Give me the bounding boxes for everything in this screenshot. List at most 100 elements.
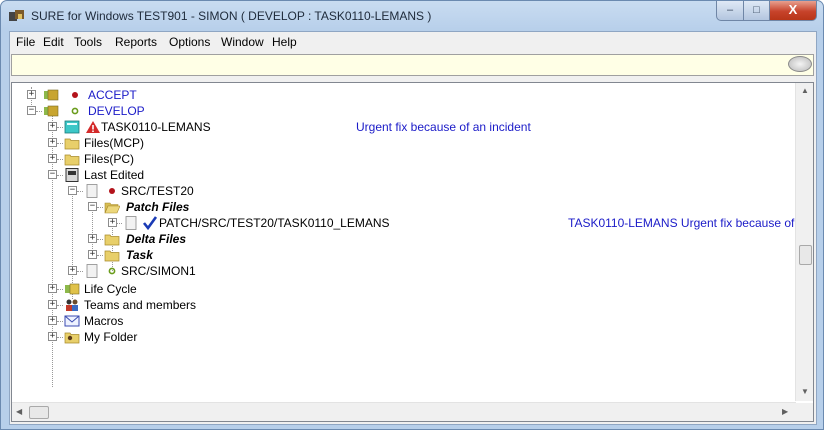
tree-node-task-folder[interactable]: + Task <box>12 247 312 263</box>
menu-edit[interactable]: Edit <box>43 35 64 49</box>
status-red-dot-icon <box>72 92 78 98</box>
tree-node-label: My Folder <box>84 330 138 344</box>
menu-file[interactable]: File <box>16 35 35 49</box>
tree-node-label: Files(MCP) <box>84 136 144 150</box>
command-execute-button[interactable] <box>788 56 812 72</box>
tree-view: + ACCEPT − DEVELOP + TASK0110-LEMANS Urg… <box>12 83 796 401</box>
expand-icon[interactable]: + <box>48 300 57 309</box>
tree-line <box>57 159 63 160</box>
document-icon <box>125 216 137 230</box>
tree-line <box>57 321 63 322</box>
tree-node-label: Teams and members <box>84 298 197 312</box>
tree-line <box>36 111 42 112</box>
tree-line <box>57 175 63 176</box>
menu-tools[interactable]: Tools <box>74 35 102 49</box>
horizontal-scrollbar[interactable]: ◀ ▶ <box>12 402 796 421</box>
checkmark-icon <box>142 216 158 230</box>
expand-icon[interactable]: + <box>88 234 97 243</box>
tree-node-develop[interactable]: − DEVELOP <box>12 103 412 119</box>
tree-line <box>97 207 103 208</box>
menu-options[interactable]: Options <box>169 35 210 49</box>
expand-icon[interactable]: + <box>68 266 77 275</box>
command-input[interactable] <box>11 54 814 76</box>
expand-icon[interactable]: + <box>48 138 57 147</box>
tree-node-label: Task <box>126 248 153 262</box>
tree-line <box>77 271 83 272</box>
folder-icon <box>104 234 120 246</box>
tree-line <box>57 127 63 128</box>
tree-node-label: TASK0110-LEMANS <box>101 120 211 134</box>
tree-line <box>57 289 63 290</box>
warning-icon <box>86 121 100 133</box>
tree-node-delta-files[interactable]: + Delta Files <box>12 231 312 247</box>
expand-icon[interactable]: + <box>48 122 57 131</box>
app-icon <box>9 10 24 21</box>
document-icon <box>86 184 98 198</box>
expand-icon[interactable]: + <box>27 90 36 99</box>
expand-icon[interactable]: + <box>88 250 97 259</box>
tree-line <box>97 255 103 256</box>
tree-node-label: ACCEPT <box>88 88 137 102</box>
tree-node-label: Patch Files <box>126 200 190 214</box>
team-icon <box>66 299 78 311</box>
tree-node-label: Last Edited <box>84 168 145 182</box>
app-window: SURE for Windows TEST901 - SIMON ( DEVEL… <box>0 0 824 430</box>
collapse-icon[interactable]: − <box>48 170 57 179</box>
menu-bar: File Edit Tools Reports Options Window H… <box>10 32 816 52</box>
tree-node-label: Delta Files <box>126 232 187 246</box>
folder-icon <box>64 138 80 150</box>
tree-node-label: PATCH/SRC/TEST20/TASK0110_LEMANS <box>159 216 390 230</box>
status-green-dot-icon <box>108 267 116 275</box>
expand-icon[interactable]: + <box>108 218 117 227</box>
minimize-button[interactable]: – <box>716 1 744 21</box>
lifecycle-state-icon <box>44 89 59 101</box>
menu-reports[interactable]: Reports <box>115 35 157 49</box>
folder-icon <box>64 154 80 166</box>
scroll-down-icon[interactable]: ▼ <box>801 387 809 396</box>
tree-node-label: Files(PC) <box>84 152 134 166</box>
folder-icon <box>104 250 120 262</box>
collapse-icon[interactable]: − <box>68 186 77 195</box>
task-description: Urgent fix because of an incident <box>356 120 531 134</box>
horizontal-scroll-thumb[interactable] <box>29 406 49 419</box>
tree-node-label: Life Cycle <box>84 282 137 296</box>
tree-line <box>57 143 63 144</box>
tree-node-accept[interactable]: + ACCEPT <box>12 87 412 103</box>
patch-description: TASK0110-LEMANS Urgent fix because of an… <box>568 216 796 230</box>
document-icon <box>86 264 98 278</box>
tree-panel: + ACCEPT − DEVELOP + TASK0110-LEMANS Urg… <box>11 82 814 422</box>
expand-icon[interactable]: + <box>48 154 57 163</box>
collapse-icon[interactable]: − <box>88 202 97 211</box>
tree-node-label: SRC/TEST20 <box>121 184 194 198</box>
task-icon <box>64 120 80 134</box>
lifecycle-icon <box>65 283 80 295</box>
collapse-icon[interactable]: − <box>27 106 36 115</box>
tree-node-label: DEVELOP <box>88 104 145 118</box>
expand-icon[interactable]: + <box>48 332 57 341</box>
tree-node-patch-files[interactable]: − Patch Files <box>12 199 312 215</box>
tree-node-label: SRC/SIMON1 <box>121 264 196 278</box>
tree-line <box>117 223 122 224</box>
tree-line <box>97 239 103 240</box>
menu-window[interactable]: Window <box>221 35 264 49</box>
lifecycle-state-icon <box>44 105 59 117</box>
vertical-scrollbar[interactable]: ▲ ▼ <box>795 83 813 401</box>
tree-node-patch-item[interactable]: + PATCH/SRC/TEST20/TASK0110_LEMANS TASK0… <box>12 215 796 231</box>
tree-node-task[interactable]: + TASK0110-LEMANS Urgent fix because of … <box>12 119 792 135</box>
expand-icon[interactable]: + <box>48 316 57 325</box>
tree-node-label: Macros <box>84 314 124 328</box>
tree-node-src-test20[interactable]: − SRC/TEST20 <box>12 183 312 199</box>
vertical-scroll-thumb[interactable] <box>799 245 812 265</box>
title-bar[interactable]: SURE for Windows TEST901 - SIMON ( DEVEL… <box>1 1 823 31</box>
tree-line <box>77 191 83 192</box>
maximize-button[interactable]: □ <box>744 1 770 21</box>
close-button[interactable]: X <box>770 1 817 21</box>
tree-node-src-simon1[interactable]: + SRC/SIMON1 <box>12 263 312 279</box>
scroll-left-icon[interactable]: ◀ <box>16 407 22 416</box>
expand-icon[interactable]: + <box>48 284 57 293</box>
client-area: File Edit Tools Reports Options Window H… <box>9 31 817 425</box>
menu-help[interactable]: Help <box>272 35 297 49</box>
scroll-up-icon[interactable]: ▲ <box>801 86 809 95</box>
scroll-right-icon[interactable]: ▶ <box>782 407 788 416</box>
notebook-icon <box>65 168 79 182</box>
